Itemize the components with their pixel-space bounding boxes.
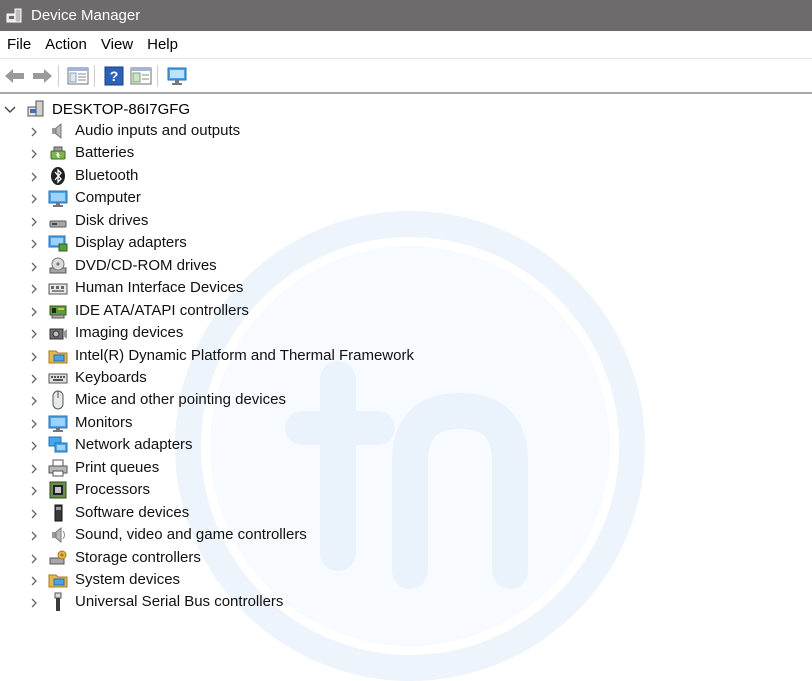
tree-category-label: Bluetooth [75,166,139,184]
tree-category-label: Display adapters [75,234,187,252]
monitor-icon [48,188,68,208]
tree-category-label: Audio inputs and outputs [75,122,241,139]
bluetooth-icon [48,166,68,186]
menu-help[interactable]: Help [140,31,185,59]
forward-icon[interactable] [30,64,54,88]
usb-icon [48,592,68,612]
tree-category-label: Intel(R) Dynamic Platform and Thermal Fr… [75,346,414,364]
tree-category-label: Processors [75,481,151,499]
chevron-right-icon[interactable] [29,529,39,541]
chevron-right-icon[interactable] [29,260,39,272]
tree-category-label: Software devices [75,503,190,521]
chevron-right-icon[interactable] [29,507,39,519]
chevron-right-icon[interactable] [29,372,39,384]
speaker-icon [48,121,68,141]
show-hidden-icon[interactable] [129,64,153,88]
tree-category-label: DVD/CD-ROM drives [75,256,217,274]
toolbar-separator [94,65,95,87]
tree-category-label: Batteries [75,144,135,162]
chevron-right-icon[interactable] [29,125,39,137]
chevron-right-icon[interactable] [29,192,39,204]
chevron-right-icon[interactable] [29,394,39,406]
chevron-right-icon[interactable] [29,282,39,294]
network-icon [48,435,68,455]
tree-category-label: Network adapters [75,436,193,454]
ide-controller-icon [48,301,68,321]
tree-category-label: Storage controllers [75,548,201,566]
device-manager-icon [5,7,23,25]
properties-icon[interactable] [66,64,90,88]
tree-category-label: Computer [75,189,141,207]
computer-tree-icon [26,99,46,119]
menu-file[interactable]: File [0,31,38,59]
monitor-icon [48,413,68,433]
tree-category-label: Universal Serial Bus controllers [75,593,284,611]
chevron-right-icon[interactable] [29,574,39,586]
tree-category-label: Monitors [75,413,133,431]
title-bar: Device Manager [0,0,812,31]
chevron-right-icon[interactable] [29,147,39,159]
chevron-down-icon[interactable] [4,103,16,115]
menu-action[interactable]: Action [38,31,94,59]
tree-category-label: IDE ATA/ATAPI controllers [75,301,249,319]
chevron-right-icon[interactable] [29,552,39,564]
chevron-right-icon[interactable] [29,170,39,182]
chevron-right-icon[interactable] [29,417,39,429]
toolbar: ? [0,60,812,94]
chevron-right-icon[interactable] [29,237,39,249]
toolbar-separator [157,65,158,87]
software-device-icon [48,503,68,523]
tree-category-label: System devices [75,571,181,588]
svg-text:?: ? [110,68,119,84]
computer-name: DESKTOP-86I7GFG [52,100,191,118]
menu-bar: File Action View Help [0,31,812,59]
chevron-right-icon[interactable] [29,462,39,474]
toolbar-separator [58,65,59,87]
tree-category-label: Human Interface Devices [75,279,244,297]
window-title: Device Manager [31,7,141,24]
tree-root[interactable]: DESKTOP-86I7GFG [0,98,190,120]
menu-view[interactable]: View [94,31,140,59]
sound-icon [48,525,68,545]
chevron-right-icon[interactable] [29,484,39,496]
tree-category-label: Mice and other pointing devices [75,391,286,409]
battery-icon [48,143,68,163]
dvd-drive-icon [48,256,68,276]
camera-icon [48,323,68,343]
processor-icon [48,480,68,500]
help-icon[interactable]: ? [102,64,126,88]
tree-category-label: Keyboards [75,368,147,386]
folder-icon [48,346,68,366]
disk-drive-icon [48,211,68,231]
mouse-icon [48,390,68,410]
chevron-right-icon[interactable] [29,215,39,227]
chevron-right-icon[interactable] [29,305,39,317]
chevron-right-icon[interactable] [29,350,39,362]
printer-icon [48,458,68,478]
folder-icon [48,570,68,590]
chevron-right-icon[interactable] [29,439,39,451]
tree-category-label: Disk drives [75,211,149,229]
chevron-right-icon[interactable] [29,327,39,339]
tree-category-label: Print queues [75,458,160,476]
scan-hardware-icon[interactable] [165,64,189,88]
device-tree: DESKTOP-86I7GFG Audio inputs and outputs… [0,96,812,681]
chevron-right-icon[interactable] [29,596,39,608]
keyboard-icon [48,368,68,388]
watermark-logo [175,211,645,681]
hid-icon [48,278,68,298]
back-icon[interactable] [3,64,27,88]
tree-category-label: Imaging devices [75,324,184,342]
storage-icon [48,548,68,568]
display-adapter-icon [48,233,68,253]
tree-category-label: Sound, video and game controllers [75,526,307,544]
